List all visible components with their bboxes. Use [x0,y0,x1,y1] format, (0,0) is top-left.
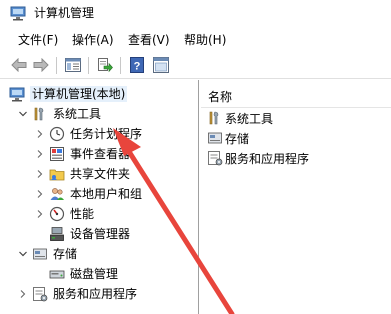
tree-item-label: 设备管理器 [70,227,131,241]
disk-icon [49,266,65,282]
shared-folder-icon [49,166,65,182]
properties-icon[interactable] [152,56,170,74]
help-icon[interactable]: ? [128,56,146,74]
tree-item-label: 本地用户和组 [70,187,143,201]
tree-item-label: 性能 [70,207,95,221]
details-pane: 名称 系统工具 存储 服务和应用程序 [201,80,391,314]
tools-icon [207,110,223,126]
chevron-down-icon[interactable] [18,249,28,259]
services-icon [207,150,223,166]
tree-item-label: 磁盘管理 [70,267,119,281]
computer-management-icon [9,86,25,102]
tree-item-computer-management[interactable]: 计算机管理(本地) [9,84,128,104]
clock-icon [49,126,65,142]
menu-bar: 文件(F) 操作(A) 查看(V) 帮助(H) [0,30,391,50]
title-bar: 计算机管理 [0,0,391,28]
column-header-name[interactable]: 名称 [208,88,232,105]
tree-item-label: 事件查看器 [70,147,131,161]
tree-item-label: 系统工具 [53,107,102,121]
back-arrow-icon[interactable] [10,56,28,74]
chevron-right-icon[interactable] [35,209,45,219]
tree-item-label: 计算机管理(本地) [30,86,128,102]
chevron-right-icon[interactable] [35,169,45,179]
toolbar-separator [120,57,121,74]
event-viewer-icon [49,146,65,162]
export-list-icon[interactable] [96,56,114,74]
storage-icon [207,130,223,146]
services-icon [32,286,48,302]
list-item[interactable]: 存储 [207,129,249,147]
tree-item-event-viewer[interactable]: 事件查看器 [35,144,130,164]
show-hide-tree-icon[interactable] [64,56,82,74]
svg-text:?: ? [134,61,141,73]
toolbar-separator [88,57,89,74]
window-title: 计算机管理 [34,6,95,20]
menu-help[interactable]: 帮助(H) [184,32,226,48]
chevron-right-icon[interactable] [35,149,45,159]
header-divider [201,107,391,108]
chevron-right-icon[interactable] [35,129,45,139]
tools-icon [32,106,48,122]
tree-item-label: 任务计划程序 [70,127,143,141]
tree-item-task-scheduler[interactable]: 任务计划程序 [35,124,142,144]
device-manager-icon [49,226,65,242]
toolbar-separator [56,57,57,74]
list-item-label: 系统工具 [225,111,274,126]
tree-item-disk-management[interactable]: 磁盘管理 [49,264,118,284]
list-item[interactable]: 服务和应用程序 [207,149,309,167]
tree-item-performance[interactable]: 性能 [35,204,94,224]
tree-item-label: 服务和应用程序 [53,287,138,301]
list-item[interactable]: 系统工具 [207,109,273,127]
tree-item-label: 共享文件夹 [70,167,131,181]
storage-icon [32,246,48,262]
tree-item-device-manager[interactable]: 设备管理器 [49,224,130,244]
chevron-right-icon[interactable] [35,189,45,199]
chevron-down-icon[interactable] [18,109,28,119]
forward-arrow-icon[interactable] [32,56,50,74]
performance-icon [49,206,65,222]
list-item-label: 服务和应用程序 [225,151,310,166]
tree-item-label: 存储 [53,247,78,261]
toolbar: ? [0,52,391,79]
menu-action[interactable]: 操作(A) [72,32,114,48]
users-icon [49,186,65,202]
computer-management-icon [10,6,26,21]
tree-item-services-applications[interactable]: 服务和应用程序 [18,284,137,304]
tree-item-shared-folders[interactable]: 共享文件夹 [35,164,130,184]
menu-view[interactable]: 查看(V) [128,32,170,48]
tree-item-storage[interactable]: 存储 [18,244,77,264]
tree-item-system-tools[interactable]: 系统工具 [18,104,101,124]
tree-item-local-users-groups[interactable]: 本地用户和组 [35,184,142,204]
console-tree: 计算机管理(本地) 系统工具 任务计划程序 事件查看器 共享文件夹 本地用户和组… [0,80,199,314]
chevron-right-icon[interactable] [18,289,28,299]
menu-file[interactable]: 文件(F) [18,32,58,48]
list-item-label: 存储 [225,131,250,146]
